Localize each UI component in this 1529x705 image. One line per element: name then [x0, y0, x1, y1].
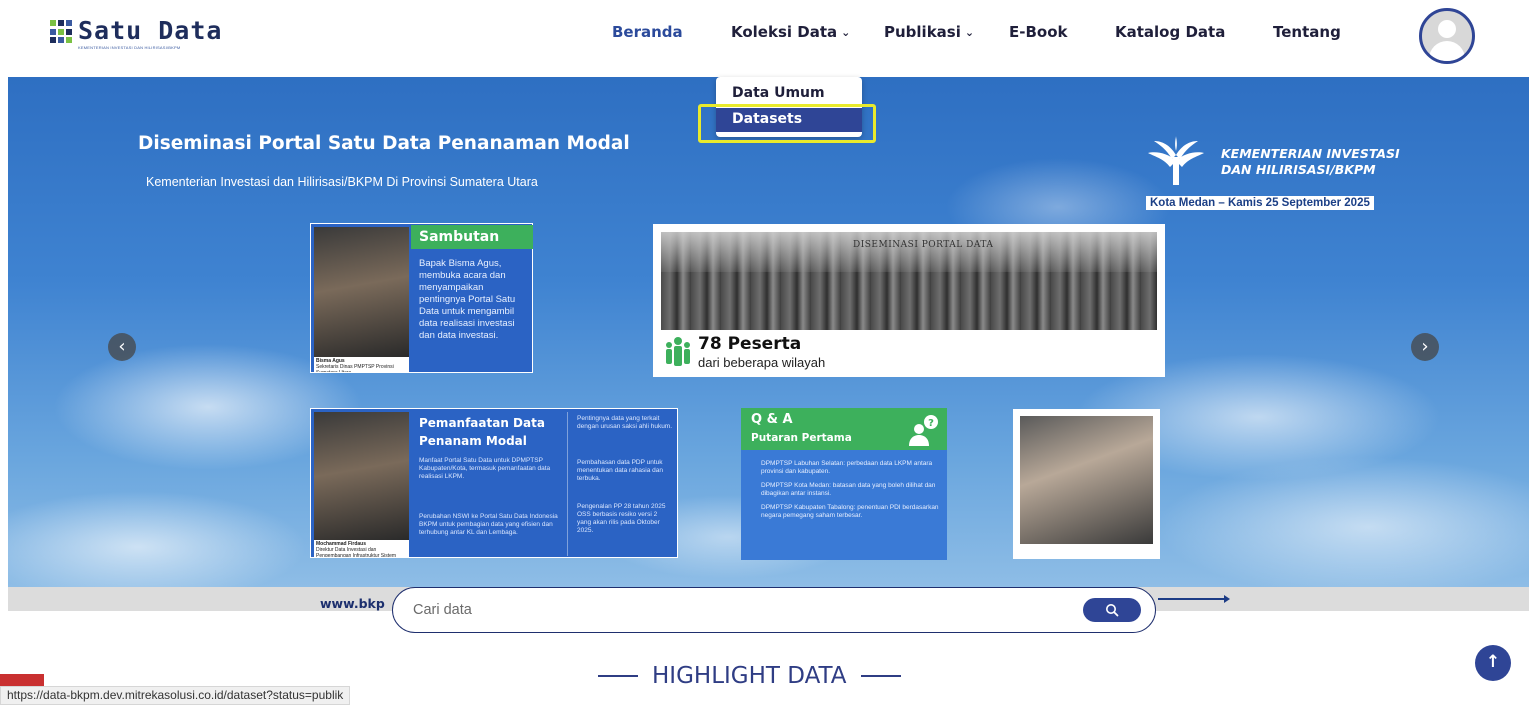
search-bar	[392, 587, 1156, 633]
page: Satu Data KEMENTERIAN INVESTASI DAN HILI…	[0, 0, 1529, 705]
speaker-photo	[314, 412, 409, 540]
card-qa-title: Q & A	[751, 412, 793, 427]
chevron-down-icon: ⌄	[964, 26, 975, 39]
card-pemanfaatan-point: Pembahasan data PDP untuk menentukan dat…	[577, 459, 664, 482]
card-qa-subtitle: Putaran Pertama	[751, 432, 852, 444]
carousel-prev-button[interactable]: ‹	[108, 333, 136, 361]
nav-katalog-data[interactable]: Katalog Data	[1115, 23, 1225, 41]
bkpm-website-text: www.bkp	[320, 596, 385, 611]
speaker-caption: Mochammad Firdaus Direktur Data Investas…	[314, 540, 409, 557]
hero-subtitle: Kementerian Investasi dan Hilirisasi/BKP…	[146, 175, 538, 189]
hero-banner: Diseminasi Portal Satu Data Penanaman Mo…	[8, 77, 1529, 587]
card-pemanfaatan-title: Pemanfaatan Data Penanam Modal	[419, 416, 545, 448]
avatar-head-icon	[1438, 20, 1456, 38]
logo-grid-icon	[50, 20, 72, 44]
card-sambutan-tag: Sambutan	[411, 225, 533, 249]
peserta-sub: dari beberapa wilayah	[698, 355, 826, 370]
chevron-left-icon: ‹	[118, 336, 126, 357]
nav-koleksi-data[interactable]: Koleksi Data ⌄	[731, 23, 850, 41]
card-sambutan-desc: Bapak Bisma Agus, membuka acara dan meny…	[419, 258, 516, 341]
carousel-next-button[interactable]: ›	[1411, 333, 1439, 361]
speaker-role: Sekretaris Dinas PMPTSP Provinsi Sumater…	[316, 364, 394, 372]
ministry-name: KEMENTERIAN INVESTASI DAN HILIRISASI/BKP…	[1221, 146, 1400, 178]
speaker-photo	[314, 227, 409, 357]
peserta-count: 78 Peserta	[698, 334, 802, 354]
card-qa-items: DPMPTSP Labuhan Selatan: perbedaan data …	[761, 460, 941, 526]
ministry-name-line2: DAN HILIRISASI/BKPM	[1221, 162, 1376, 177]
avatar-body-icon	[1429, 41, 1465, 61]
event-photo	[1020, 416, 1153, 544]
card-sambutan: Bisma Agus Sekretaris Dinas PMPTSP Provi…	[310, 223, 533, 373]
hero-title: Diseminasi Portal Satu Data Penanaman Mo…	[138, 133, 630, 154]
status-indicator	[0, 674, 44, 686]
svg-text:?: ?	[928, 418, 934, 429]
nav-publikasi-label: Publikasi	[884, 23, 961, 41]
highlight-title: HIGHLIGHT DATA	[652, 663, 847, 689]
nav-ebook[interactable]: E-Book	[1009, 23, 1068, 41]
nav-publikasi[interactable]: Publikasi ⌄	[884, 23, 974, 41]
search-input[interactable]	[413, 598, 1053, 622]
dropdown-item-data-umum[interactable]: Data Umum	[716, 82, 862, 106]
speaker-caption: Bisma Agus Sekretaris Dinas PMPTSP Provi…	[314, 357, 409, 372]
card-pemanfaatan: Mochammad Firdaus Direktur Data Investas…	[310, 408, 678, 558]
arrow-right-icon	[1158, 595, 1230, 603]
datasets-highlight-box	[698, 104, 876, 143]
card-pemanfaatan-desc: Perubahan NSWI ke Portal Satu Data Indon…	[419, 513, 558, 536]
nav-tentang[interactable]: Tentang	[1273, 23, 1341, 41]
qa-item: DPMPTSP Kota Medan: batasan data yang bo…	[761, 482, 936, 497]
card-photo	[1013, 409, 1160, 559]
search-button[interactable]	[1083, 598, 1141, 622]
qa-item: DPMPTSP Kabupaten Tabalong: penentuan PD…	[761, 504, 939, 519]
user-avatar[interactable]	[1419, 8, 1475, 64]
card-qa: Q & A Putaran Pertama ? DPMPTSP Labuhan …	[741, 408, 947, 560]
speaker-role: Direktur Data Investasi dan Pengembangan…	[316, 547, 397, 557]
heading-line-right	[860, 675, 901, 677]
link-status-url: https://data-bkpm.dev.mitrekasolusi.co.i…	[0, 686, 351, 705]
chevron-right-icon: ›	[1421, 336, 1429, 357]
site-header: Satu Data KEMENTERIAN INVESTASI DAN HILI…	[0, 0, 1529, 72]
card-pemanfaatan-desc: Manfaat Portal Satu Data untuk DPMPTSP K…	[419, 457, 551, 480]
chevron-down-icon: ⌄	[841, 26, 851, 39]
arrow-up-icon: ↑	[1485, 652, 1501, 672]
search-icon	[1106, 604, 1119, 617]
back-to-top-button[interactable]: ↑	[1475, 645, 1511, 681]
brand-logo[interactable]: Satu Data KEMENTERIAN INVESTASI DAN HILI…	[50, 16, 223, 50]
divider	[567, 412, 568, 556]
people-icon	[666, 337, 690, 366]
nav-beranda[interactable]: Beranda	[612, 23, 683, 41]
card-pemanfaatan-point: Pentingnya data yang terkait dengan urus…	[577, 415, 673, 430]
qa-item: DPMPTSP Labuhan Selatan: perbedaan data …	[761, 460, 933, 475]
group-photo-banner-text: DISEMINASI PORTAL DATA	[853, 240, 994, 250]
ministry-name-line1: KEMENTERIAN INVESTASI	[1221, 146, 1400, 161]
ministry-logo-icon	[1148, 136, 1204, 185]
highlight-heading: HIGHLIGHT DATA	[598, 661, 901, 691]
brand-subtitle: KEMENTERIAN INVESTASI DAN HILIRISASI/BKP…	[78, 45, 181, 50]
question-user-icon: ?	[909, 415, 938, 446]
heading-line-left	[598, 675, 638, 677]
nav-koleksi-data-label: Koleksi Data	[731, 23, 838, 41]
brand-name: Satu Data	[78, 16, 223, 45]
card-pemanfaatan-point: Pengenalan PP 28 tahun 2025 OSS berbasis…	[577, 503, 666, 534]
event-date: Kota Medan – Kamis 25 September 2025	[1146, 196, 1374, 210]
card-peserta: DISEMINASI PORTAL DATA 78 Peserta dari b…	[653, 224, 1165, 377]
